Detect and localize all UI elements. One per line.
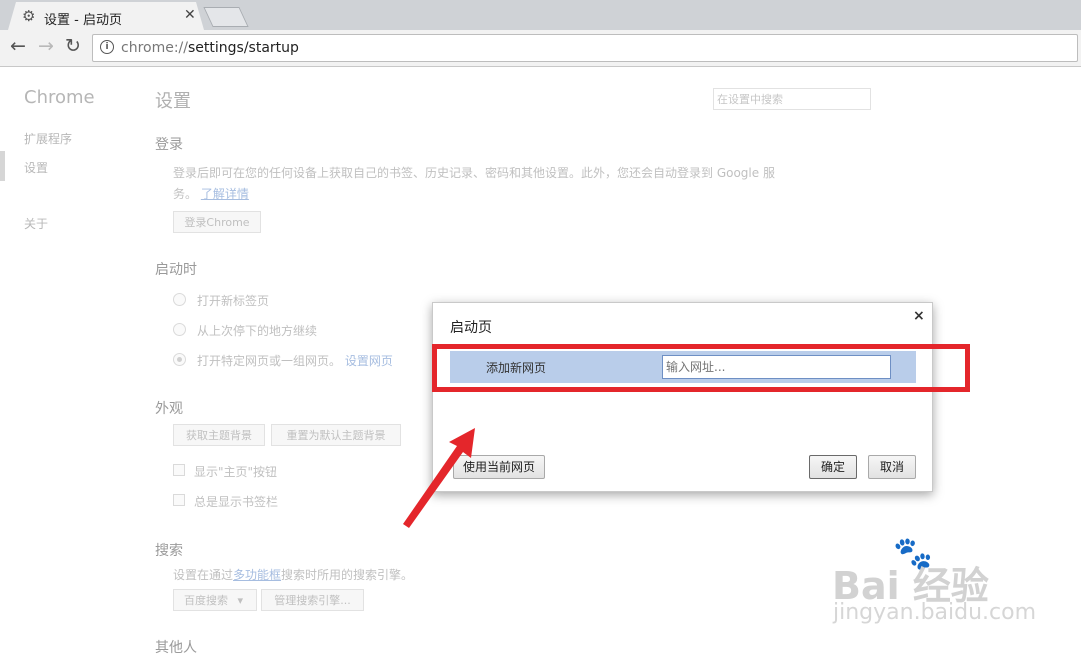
option-specific-pages: 打开特定网页或一组网页。 设置网页 [197, 354, 393, 368]
annotation-arrow-icon [403, 428, 475, 528]
sign-in-chrome-button[interactable]: 登录Chrome [173, 211, 261, 233]
url-path: settings/startup [188, 40, 299, 56]
tab-strip: ⚙ 设置 - 启动页 ✕ [0, 0, 1081, 30]
show-home-checkbox[interactable] [173, 464, 185, 476]
login-description-2: 务。 了解详情 [173, 187, 249, 201]
cancel-button[interactable]: 取消 [868, 455, 916, 479]
startup-heading: 启动时 [155, 262, 197, 278]
sidebar-item-extensions[interactable]: 扩展程序 [24, 130, 72, 147]
baidu-watermark-url: jingyan.baidu.com [833, 600, 1037, 625]
option-new-tab: 打开新标签页 [197, 294, 270, 308]
learn-more-link[interactable]: 了解详情 [201, 187, 249, 201]
chevron-down-icon: ▾ [237, 594, 244, 607]
option-continue: 从上次停下的地方继续 [197, 324, 318, 338]
forward-arrow-icon[interactable]: → [38, 35, 54, 57]
show-bookmarks-checkbox[interactable] [173, 494, 185, 506]
startup-pages-dialog: 启动页 × 添加新网页 使用当前网页 确定 取消 [432, 302, 933, 492]
omnibox-link[interactable]: 多功能框 [233, 568, 281, 582]
tab-close-icon[interactable]: ✕ [184, 7, 196, 23]
browser-toolbar: ← → ↻ i chrome://settings/startup [0, 30, 1081, 67]
manage-search-engines-button[interactable]: 管理搜索引擎... [261, 589, 364, 611]
login-heading: 登录 [155, 137, 183, 153]
tab-title: 设置 - 启动页 [44, 13, 122, 28]
search-heading: 搜索 [155, 543, 183, 559]
people-heading: 其他人 [155, 640, 197, 656]
search-engine-select[interactable]: 百度搜索 ▾ [173, 589, 257, 611]
sidebar-title: Chrome [24, 87, 95, 108]
get-themes-button[interactable]: 获取主题背景 [173, 424, 265, 446]
radio-continue[interactable] [173, 323, 186, 336]
search-description: 设置在通过多功能框搜索时所用的搜索引擎。 [173, 568, 414, 582]
set-pages-link[interactable]: 设置网页 [345, 354, 393, 368]
gear-icon: ⚙ [22, 7, 36, 25]
radio-specific-pages[interactable] [173, 353, 186, 366]
reset-theme-button[interactable]: 重置为默认主题背景 [271, 424, 401, 446]
sidebar-item-settings[interactable]: 设置 [24, 159, 48, 176]
annotation-highlight-box [432, 344, 970, 392]
browser-tab[interactable]: ⚙ 设置 - 启动页 ✕ [8, 2, 204, 30]
sidebar-active-marker [0, 151, 5, 181]
reload-icon[interactable]: ↻ [65, 35, 81, 57]
url-scheme: chrome:// [121, 40, 188, 56]
address-bar[interactable]: i chrome://settings/startup [92, 34, 1078, 62]
settings-search-input[interactable]: 在设置中搜索 [713, 88, 871, 110]
back-arrow-icon[interactable]: ← [10, 35, 26, 57]
show-home-label: 显示"主页"按钮 [194, 465, 278, 479]
dialog-title: 启动页 [450, 320, 492, 336]
sidebar-item-about[interactable]: 关于 [24, 215, 48, 232]
info-icon[interactable]: i [100, 40, 114, 54]
show-bookmarks-label: 总是显示书签栏 [194, 495, 279, 509]
page-title: 设置 [155, 91, 191, 112]
radio-new-tab[interactable] [173, 293, 186, 306]
login-description: 登录后即可在您的任何设备上获取自己的书签、历史记录、密码和其他设置。此外，您还会… [173, 166, 775, 180]
url-text[interactable]: chrome://settings/startup [121, 40, 299, 56]
close-icon[interactable]: × [913, 308, 925, 324]
ok-button[interactable]: 确定 [809, 455, 857, 479]
new-tab-button[interactable] [203, 7, 249, 27]
appearance-heading: 外观 [155, 401, 183, 417]
